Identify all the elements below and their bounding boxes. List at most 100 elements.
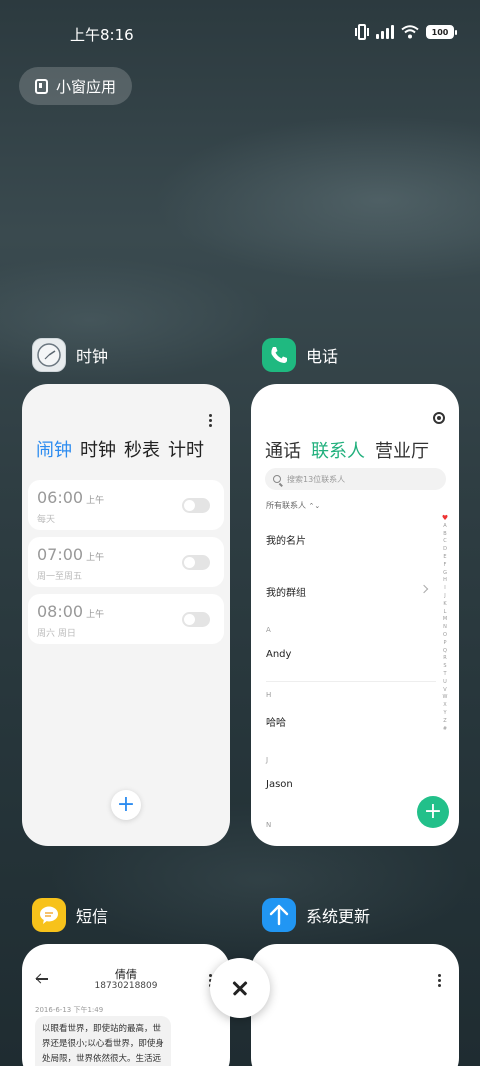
tab-calls[interactable]: 通话 — [265, 437, 301, 463]
index-letter[interactable]: Q — [443, 648, 447, 656]
add-alarm-button[interactable]: + — [111, 790, 141, 820]
battery-icon: 100 — [426, 25, 457, 39]
index-letter[interactable]: G — [443, 570, 447, 578]
contact-item[interactable]: Jason — [266, 779, 293, 790]
index-letter[interactable]: L — [444, 609, 447, 617]
index-letter[interactable]: W — [443, 694, 448, 702]
my-card-item[interactable]: 我的名片 — [266, 532, 306, 547]
index-letter[interactable]: V — [443, 687, 446, 695]
alphabet-index-scrollbar[interactable]: ♥ A B C D E F G H I J K L M N O P Q R S T U V W X Y Z # — [441, 514, 449, 734]
status-bar: 上午8:16 100 — [0, 0, 480, 66]
my-groups-item[interactable]: 我的群组 — [266, 584, 306, 599]
favorites-heart-icon[interactable]: ♥ — [442, 514, 448, 523]
section-header: H — [266, 691, 272, 699]
index-letter[interactable]: J — [444, 593, 445, 601]
section-header: N — [266, 821, 272, 829]
update-app-card[interactable] — [251, 944, 459, 1066]
alarm-ampm: 上午 — [86, 496, 105, 506]
settings-gear-icon[interactable] — [433, 412, 445, 424]
search-placeholder: 搜索13位联系人 — [287, 474, 346, 484]
index-letter[interactable]: R — [443, 655, 446, 663]
add-contact-button[interactable]: + — [417, 796, 449, 828]
phone-app-card[interactable]: 通话 联系人 营业厅 搜索13位联系人 所有联系人 ⌃⌄ 我的名片 我的群组 A… — [251, 384, 459, 846]
index-letter[interactable]: U — [443, 679, 447, 687]
sort-toggle-icon: ⌃⌄ — [308, 502, 321, 510]
phone-app-name: 电话 — [306, 347, 339, 366]
update-app-header[interactable]: 系统更新 — [262, 898, 370, 932]
alarm-repeat: 周六 周日 — [37, 629, 76, 639]
alarm-ampm: 上午 — [86, 553, 105, 563]
clock-app-card[interactable]: 闹钟 时钟 秒表 计时 06:00 上午 每天 07:00 上午 周一至周五 08:… — [22, 384, 230, 846]
index-letter[interactable]: I — [444, 585, 445, 593]
index-letter[interactable]: F — [444, 562, 447, 570]
index-letter[interactable]: M — [443, 616, 447, 624]
phone-tabs: 通话 联系人 营业厅 — [265, 437, 429, 463]
index-letter[interactable]: A — [443, 523, 446, 531]
update-arrow-icon — [262, 898, 296, 932]
index-letter[interactable]: E — [443, 554, 446, 562]
all-contacts-filter[interactable]: 所有联系人 ⌃⌄ — [266, 500, 320, 511]
alarm-repeat: 周一至周五 — [37, 572, 83, 582]
update-menu-icon[interactable] — [438, 974, 442, 987]
index-letter[interactable]: K — [443, 601, 446, 609]
tab-clock[interactable]: 时钟 — [80, 436, 116, 462]
message-icon — [32, 898, 66, 932]
chevron-right-icon — [419, 584, 429, 594]
index-letter[interactable]: X — [443, 702, 446, 710]
small-window-label: 小窗应用 — [56, 77, 117, 96]
small-window-icon — [35, 78, 48, 94]
status-time: 上午8:16 — [70, 26, 134, 44]
contact-item[interactable]: Andy — [266, 649, 291, 660]
clock-menu-icon[interactable] — [209, 414, 213, 427]
tab-stopwatch[interactable]: 秒表 — [124, 436, 160, 462]
battery-level: 100 — [427, 26, 453, 38]
signal-icon — [376, 25, 394, 39]
alarm-row[interactable]: 07:00 上午 周一至周五 — [28, 537, 224, 587]
index-letter[interactable]: S — [443, 663, 446, 671]
alarm-repeat: 每天 — [37, 515, 56, 525]
alarm-time: 08:00 — [37, 602, 84, 621]
tab-alarm[interactable]: 闹钟 — [36, 436, 72, 462]
update-app-name: 系统更新 — [306, 907, 371, 926]
index-letter[interactable]: T — [443, 671, 446, 679]
alarm-time: 07:00 — [37, 545, 84, 564]
messages-app-card[interactable]: 倩倩 18730218809 2016-6-13 下午1:49 以眼看世界，即使… — [22, 944, 230, 1066]
section-header: J — [266, 756, 269, 764]
index-letter[interactable]: N — [443, 624, 447, 632]
alarm-row[interactable]: 08:00 上午 周六 周日 — [28, 594, 224, 644]
index-letter[interactable]: C — [443, 538, 447, 546]
alarm-toggle[interactable] — [182, 555, 210, 570]
index-letter[interactable]: O — [443, 632, 447, 640]
vibrate-icon — [355, 24, 369, 40]
contact-item[interactable]: 哈哈 — [266, 714, 286, 729]
small-window-apps-button[interactable]: 小窗应用 — [19, 67, 132, 105]
alarm-toggle[interactable] — [182, 498, 210, 513]
clock-app-name: 时钟 — [76, 347, 109, 366]
section-header: A — [266, 626, 271, 634]
index-letter[interactable]: H — [443, 577, 447, 585]
tab-timer[interactable]: 计时 — [168, 436, 204, 462]
clock-tabs: 闹钟 时钟 秒表 计时 — [36, 436, 204, 462]
message-bubble: 以眼看世界，即使站的最高，世界还是很小;以心看世界，即使身处局限，世界依然很大。… — [35, 1016, 171, 1066]
index-letter[interactable]: Z — [443, 718, 446, 726]
alarm-row[interactable]: 06:00 上午 每天 — [28, 480, 224, 530]
alarm-ampm: 上午 — [86, 610, 105, 620]
phone-icon — [262, 338, 296, 372]
alarm-toggle[interactable] — [182, 612, 210, 627]
index-letter[interactable]: B — [443, 531, 446, 539]
clear-all-button[interactable] — [210, 958, 270, 1018]
phone-app-header[interactable]: 电话 — [262, 338, 338, 372]
contact-search-input[interactable]: 搜索13位联系人 — [265, 468, 446, 490]
index-letter[interactable]: P — [443, 640, 446, 648]
conversation-contact-name: 倩倩 — [115, 968, 137, 981]
index-letter[interactable]: # — [443, 726, 447, 734]
clock-icon — [32, 338, 66, 372]
tab-service-hall[interactable]: 营业厅 — [375, 437, 429, 463]
alarm-time: 06:00 — [37, 488, 84, 507]
clock-app-header[interactable]: 时钟 — [32, 338, 108, 372]
messages-app-header[interactable]: 短信 — [32, 898, 108, 932]
index-letter[interactable]: Y — [443, 710, 446, 718]
message-date: 2016-6-13 下午1:49 — [35, 1006, 104, 1014]
index-letter[interactable]: D — [443, 546, 447, 554]
tab-contacts[interactable]: 联系人 — [311, 437, 365, 463]
